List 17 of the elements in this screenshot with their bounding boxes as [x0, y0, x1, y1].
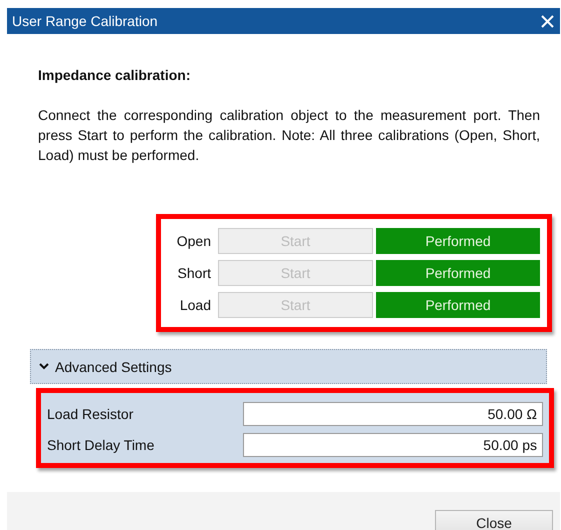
instructions-text: Connect the corresponding calibration object to the measurement port. Then press Start to perform the calibration. Note: All three calibrations (Open, Short, Load) must be performed. [38, 106, 540, 165]
calibration-label: Load [178, 297, 212, 313]
status-indicator: Performed [376, 260, 540, 286]
setting-field[interactable]: 50.00 ps [243, 432, 543, 456]
advanced-settings-header[interactable]: Advanced Settings [30, 349, 547, 384]
calibration-label: Short [176, 265, 212, 281]
setting-label: Load Resistor [47, 406, 134, 422]
close-icon[interactable] [541, 14, 554, 28]
chevron-icon [39, 363, 49, 370]
window-title: User Range Calibration [12, 13, 158, 29]
status-indicator: Performed [376, 228, 540, 254]
section-heading: Impedance calibration: [38, 67, 192, 83]
setting-field[interactable]: 50.00 Ω [243, 402, 543, 426]
setting-label: Short Delay Time [47, 436, 156, 452]
close-button[interactable]: Close [435, 510, 553, 530]
status-indicator: Performed [376, 292, 540, 318]
calibration-label: Open [176, 233, 212, 249]
